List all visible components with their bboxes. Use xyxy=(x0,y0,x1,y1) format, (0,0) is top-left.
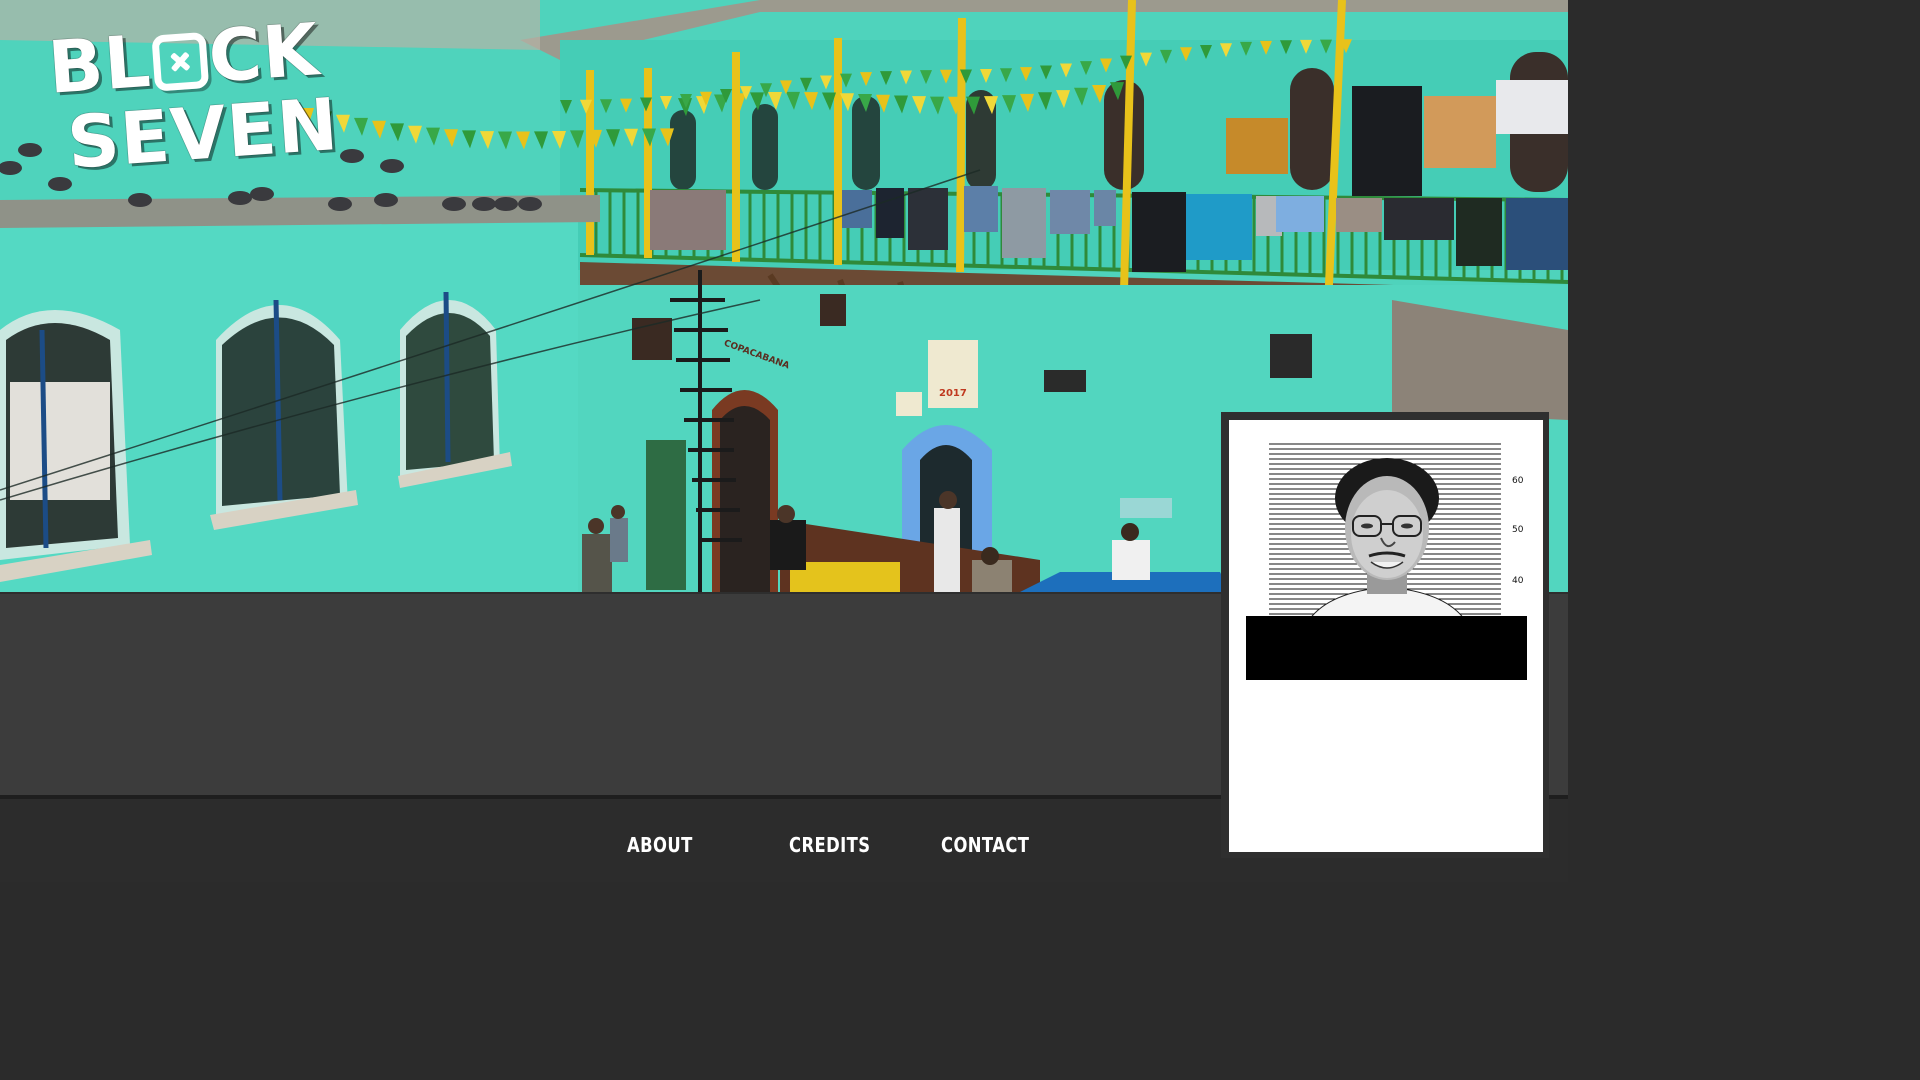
height-mark-50: 50 xyxy=(1512,525,1524,535)
nav-contact-link[interactable]: CONTACT xyxy=(941,833,1029,857)
hero-sign-center: 2017 xyxy=(939,388,967,399)
logo-line-2: SEVEN xyxy=(64,81,342,185)
height-mark-40: 40 xyxy=(1512,576,1524,586)
x-box-icon xyxy=(151,31,209,92)
mugshot-card-inner: 60 50 40 xyxy=(1229,420,1543,852)
mugshot-photo xyxy=(1269,443,1501,620)
nav-credits-link[interactable]: CREDITS xyxy=(789,833,870,857)
mugshot-nameplate xyxy=(1246,616,1527,680)
block-seven-logo[interactable]: BL CK SEVEN xyxy=(42,7,344,217)
mugshot-card[interactable]: 60 50 40 xyxy=(1221,412,1549,858)
height-mark-60: 60 xyxy=(1512,476,1524,486)
nav-about-link[interactable]: ABOUT xyxy=(627,833,693,857)
